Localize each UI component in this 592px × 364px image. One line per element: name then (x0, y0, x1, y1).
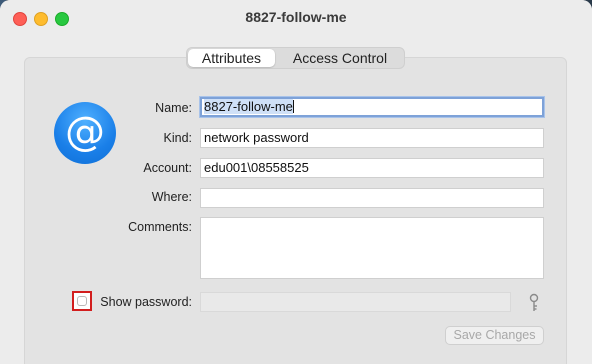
keychain-item-window: 8827-follow-me Attributes Access Control… (0, 0, 592, 364)
name-field[interactable]: 8827-follow-me (200, 97, 544, 117)
kind-label: Kind: (163, 131, 193, 145)
where-field[interactable] (200, 188, 544, 208)
comments-label: Comments: (128, 220, 192, 234)
account-label: Account: (143, 161, 192, 175)
tab-bar: Attributes Access Control (186, 47, 405, 69)
comments-field[interactable] (200, 217, 544, 279)
key-icon[interactable] (527, 293, 541, 313)
tab-access-control[interactable]: Access Control (279, 49, 401, 67)
name-value: 8827-follow-me (204, 99, 293, 114)
window-title: 8827-follow-me (245, 9, 347, 25)
where-label: Where: (151, 190, 192, 204)
show-password-label: Show password: (100, 295, 192, 309)
password-field (200, 292, 511, 312)
kind-field[interactable]: network password (200, 128, 544, 148)
text-cursor (292, 100, 294, 113)
save-changes-button[interactable]: Save Changes (445, 326, 544, 345)
account-field[interactable]: edu001\08558525 (200, 158, 544, 178)
title-bar: 8827-follow-me (0, 0, 592, 36)
name-label: Name: (155, 101, 192, 115)
tab-attributes[interactable]: Attributes (188, 49, 275, 67)
